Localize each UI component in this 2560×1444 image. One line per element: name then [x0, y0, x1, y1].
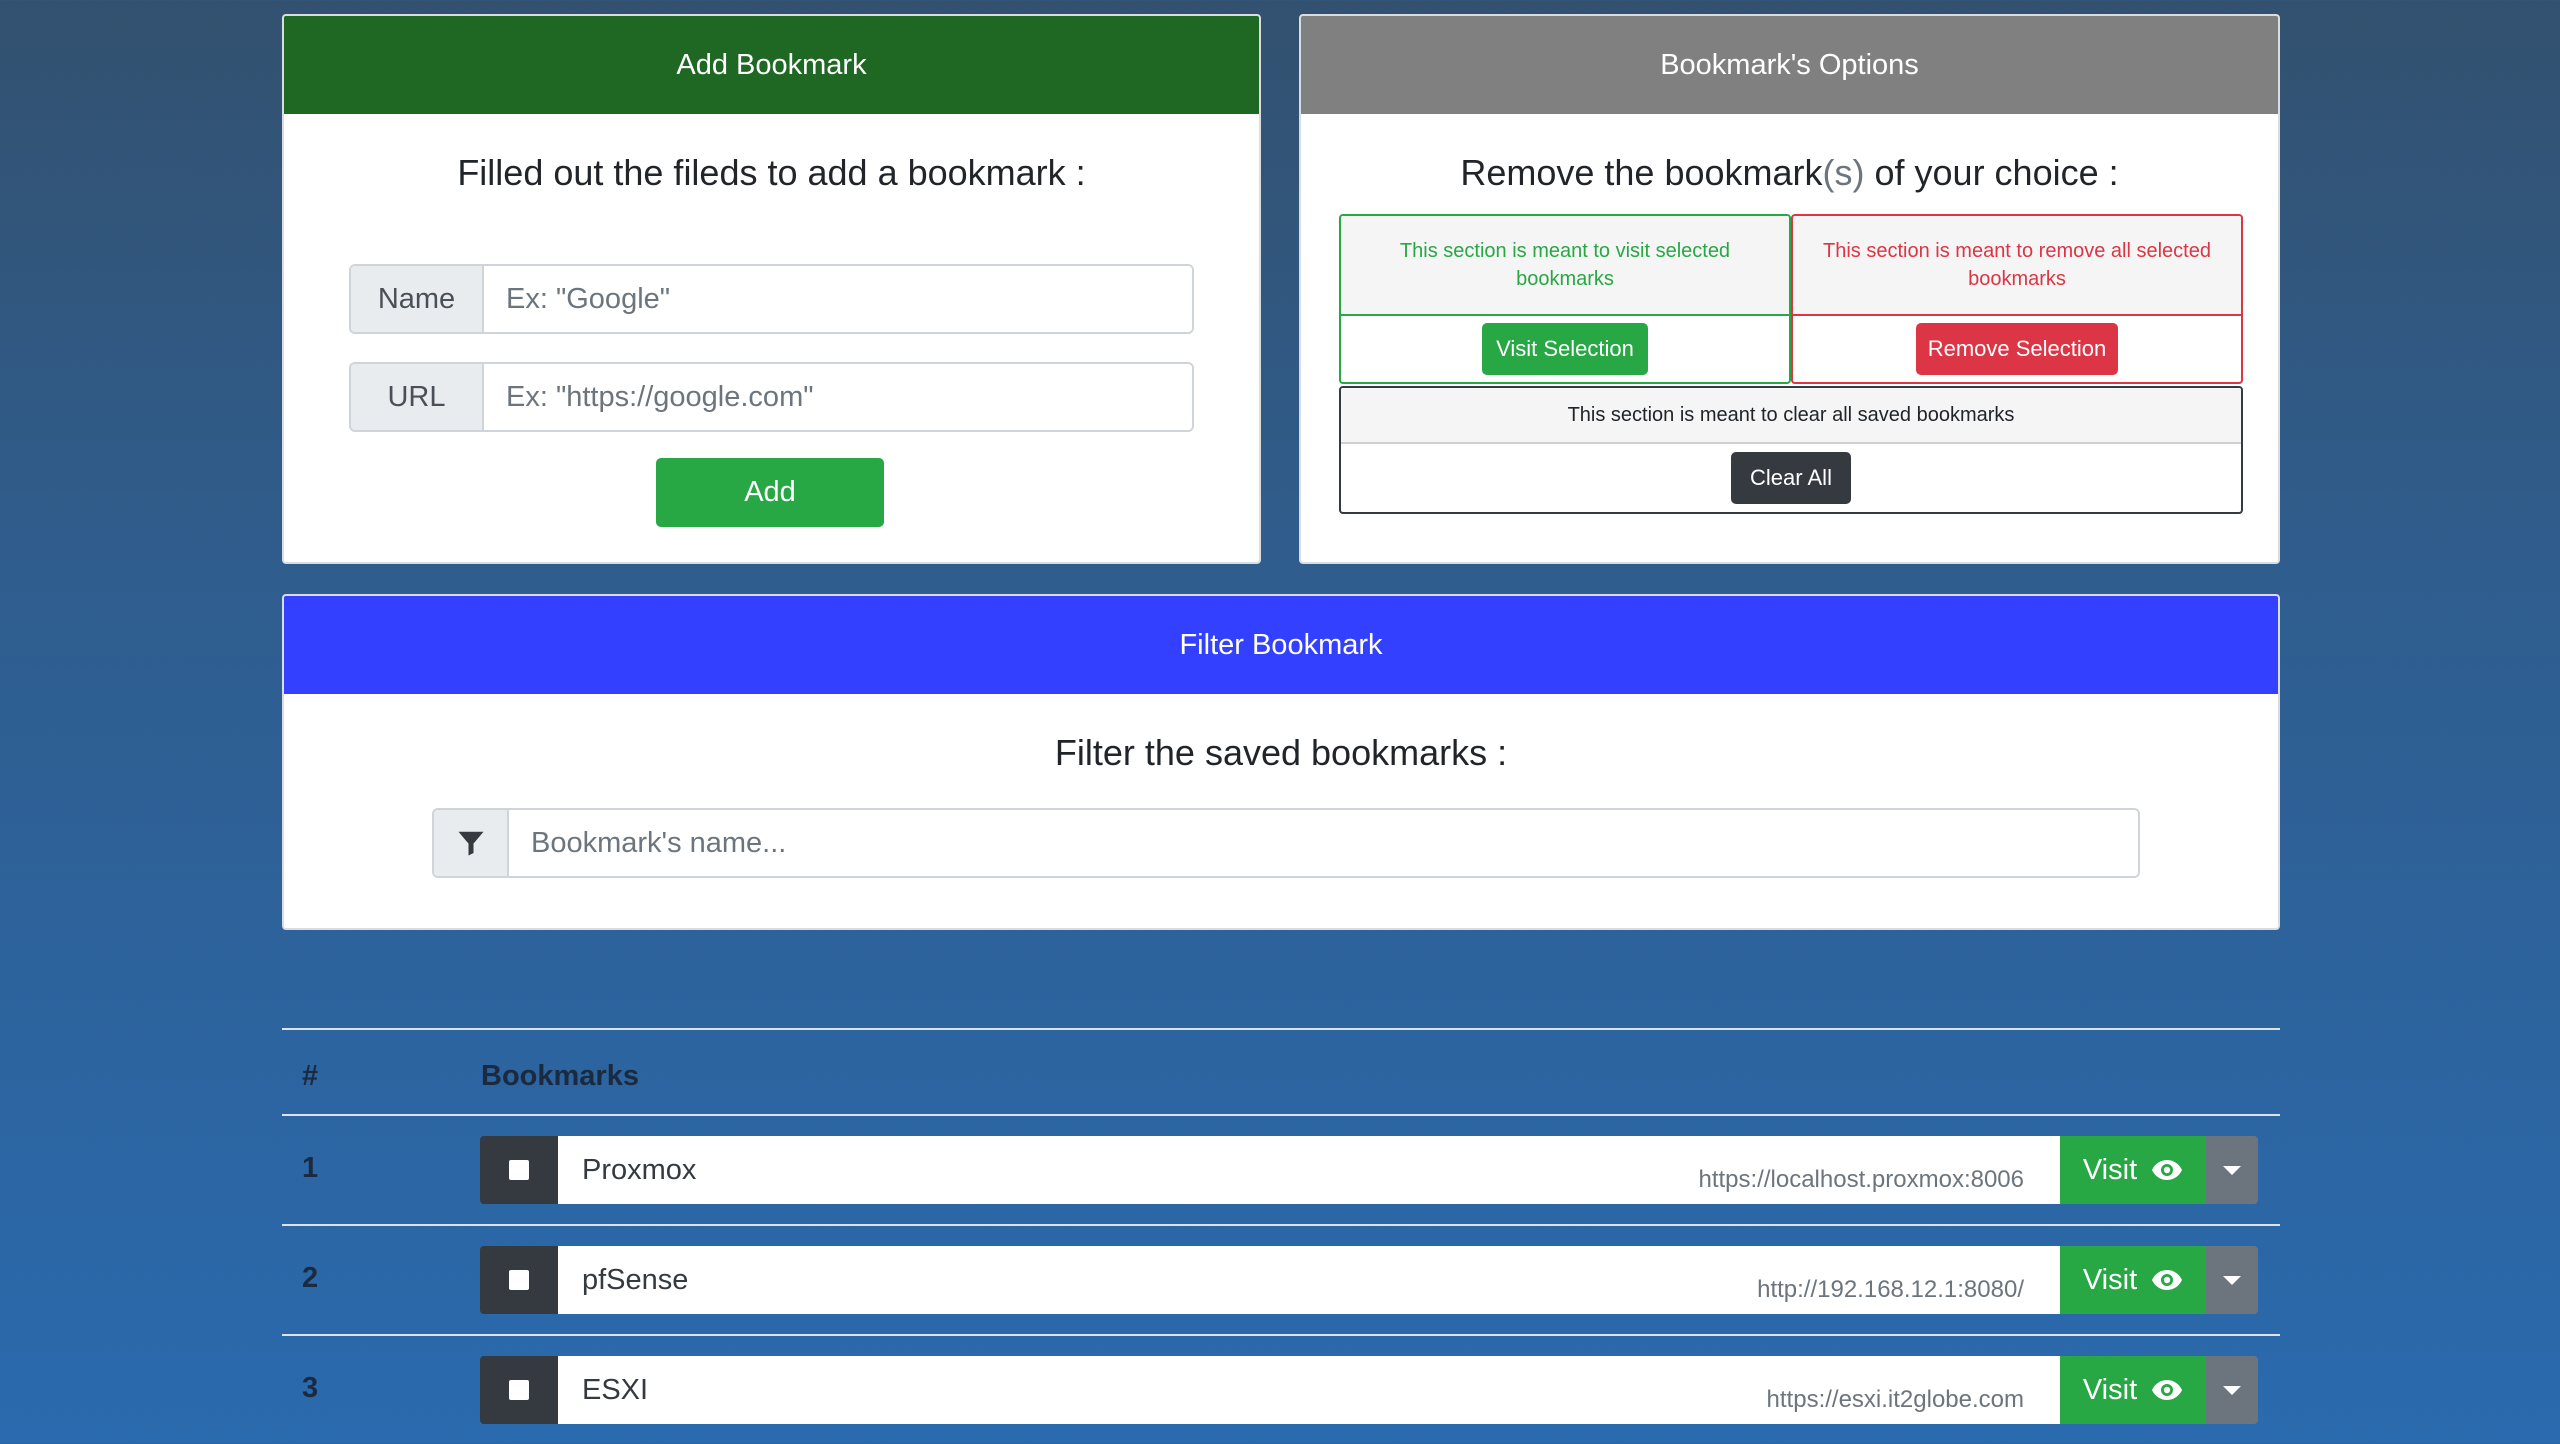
name-input-group: Name [349, 264, 1194, 334]
clear-section-text: This section is meant to clear all saved… [1341, 388, 2241, 444]
bookmark-checkbox[interactable] [480, 1246, 558, 1314]
eye-icon [2152, 1380, 2183, 1400]
table-row: 3 ESXI https://esxi.it2globe.com Visit [282, 1336, 2280, 1444]
url-input-group: URL [349, 362, 1194, 432]
filter-bookmark-header: Filter Bookmark [284, 596, 2278, 694]
options-title-pre: Remove the bookmark [1460, 152, 1823, 193]
eye-icon [2152, 1270, 2183, 1290]
visit-label: Visit [2082, 1263, 2138, 1296]
bookmark-options-title: Remove the bookmark(s) of your choice : [1301, 152, 2278, 194]
options-title-post: of your choice : [1864, 152, 2119, 193]
bookmark-item: pfSense http://192.168.12.1:8080/ Visit [480, 1246, 2258, 1314]
bookmark-checkbox[interactable] [480, 1136, 558, 1204]
dropdown-toggle[interactable] [2206, 1136, 2258, 1204]
bookmark-options-header: Bookmark's Options [1301, 16, 2278, 114]
filter-input-group [432, 808, 2140, 878]
add-bookmark-card: Add Bookmark Filled out the fileds to ad… [282, 14, 1261, 564]
bookmarks-table: # Bookmarks 1 Proxmox https://localhost.… [282, 1028, 2280, 1444]
row-number: 1 [302, 1152, 319, 1184]
checkbox-square-icon [509, 1380, 529, 1400]
table-header: # Bookmarks [282, 1028, 2280, 1116]
name-input[interactable] [484, 266, 1192, 332]
visit-selection-button[interactable]: Visit Selection [1482, 323, 1648, 375]
bookmark-name: Proxmox [582, 1154, 697, 1186]
filter-bookmark-title: Filter the saved bookmarks : [1054, 732, 1508, 773]
visit-selection-section: This section is meant to visit selected … [1339, 214, 1791, 384]
checkbox-square-icon [509, 1160, 529, 1180]
bookmark-options-card: Bookmark's Options Remove the bookmark(s… [1299, 14, 2280, 564]
clear-all-button[interactable]: Clear All [1731, 452, 1851, 504]
visit-button[interactable]: Visit [2060, 1356, 2206, 1424]
visit-button[interactable]: Visit [2060, 1136, 2206, 1204]
bookmark-url: http://192.168.12.1:8080/ [1757, 1276, 2024, 1303]
row-number: 2 [302, 1262, 319, 1294]
column-header-number: # [302, 1060, 319, 1092]
bookmark-item: Proxmox https://localhost.proxmox:8006 V… [480, 1136, 2258, 1204]
bookmark-field: pfSense http://192.168.12.1:8080/ [558, 1246, 2060, 1314]
filter-bookmark-card: Filter Bookmark Filter the saved bookmar… [282, 594, 2280, 930]
filter-icon [434, 810, 509, 876]
add-bookmark-header: Add Bookmark [284, 16, 1259, 114]
bookmark-name: pfSense [582, 1264, 689, 1296]
checkbox-square-icon [509, 1270, 529, 1290]
bookmark-url: https://localhost.proxmox:8006 [1698, 1166, 2024, 1193]
remove-selection-button[interactable]: Remove Selection [1916, 323, 2118, 375]
row-number: 3 [302, 1372, 319, 1404]
visit-label: Visit [2082, 1373, 2138, 1406]
clear-all-section: This section is meant to clear all saved… [1339, 386, 2243, 514]
add-button[interactable]: Add [656, 458, 884, 527]
filter-input[interactable] [509, 810, 2138, 876]
bookmark-checkbox[interactable] [480, 1356, 558, 1424]
table-row: 2 pfSense http://192.168.12.1:8080/ Visi… [282, 1226, 2280, 1336]
name-label: Name [351, 266, 484, 332]
dropdown-toggle[interactable] [2206, 1246, 2258, 1314]
dropdown-toggle[interactable] [2206, 1356, 2258, 1424]
visit-label: Visit [2082, 1153, 2138, 1186]
visit-button[interactable]: Visit [2060, 1246, 2206, 1314]
bookmark-item: ESXI https://esxi.it2globe.com Visit [480, 1356, 2258, 1424]
bookmark-field: ESXI https://esxi.it2globe.com [558, 1356, 2060, 1424]
options-title-muted: (s) [1822, 152, 1865, 193]
bookmark-url: https://esxi.it2globe.com [1766, 1386, 2024, 1413]
bookmark-field: Proxmox https://localhost.proxmox:8006 [558, 1136, 2060, 1204]
eye-icon [2152, 1160, 2183, 1180]
bookmark-name: ESXI [582, 1374, 649, 1406]
caret-down-icon [2223, 1385, 2241, 1395]
table-row: 1 Proxmox https://localhost.proxmox:8006… [282, 1116, 2280, 1226]
column-header-bookmarks: Bookmarks [481, 1060, 639, 1092]
add-bookmark-title: Filled out the fileds to add a bookmark … [457, 152, 1086, 193]
visit-section-text: This section is meant to visit selected … [1341, 216, 1789, 316]
caret-down-icon [2223, 1275, 2241, 1285]
url-label: URL [351, 364, 484, 430]
remove-selection-section: This section is meant to remove all sele… [1791, 214, 2243, 384]
caret-down-icon [2223, 1165, 2241, 1175]
remove-section-text: This section is meant to remove all sele… [1793, 216, 2241, 316]
url-input[interactable] [484, 364, 1192, 430]
